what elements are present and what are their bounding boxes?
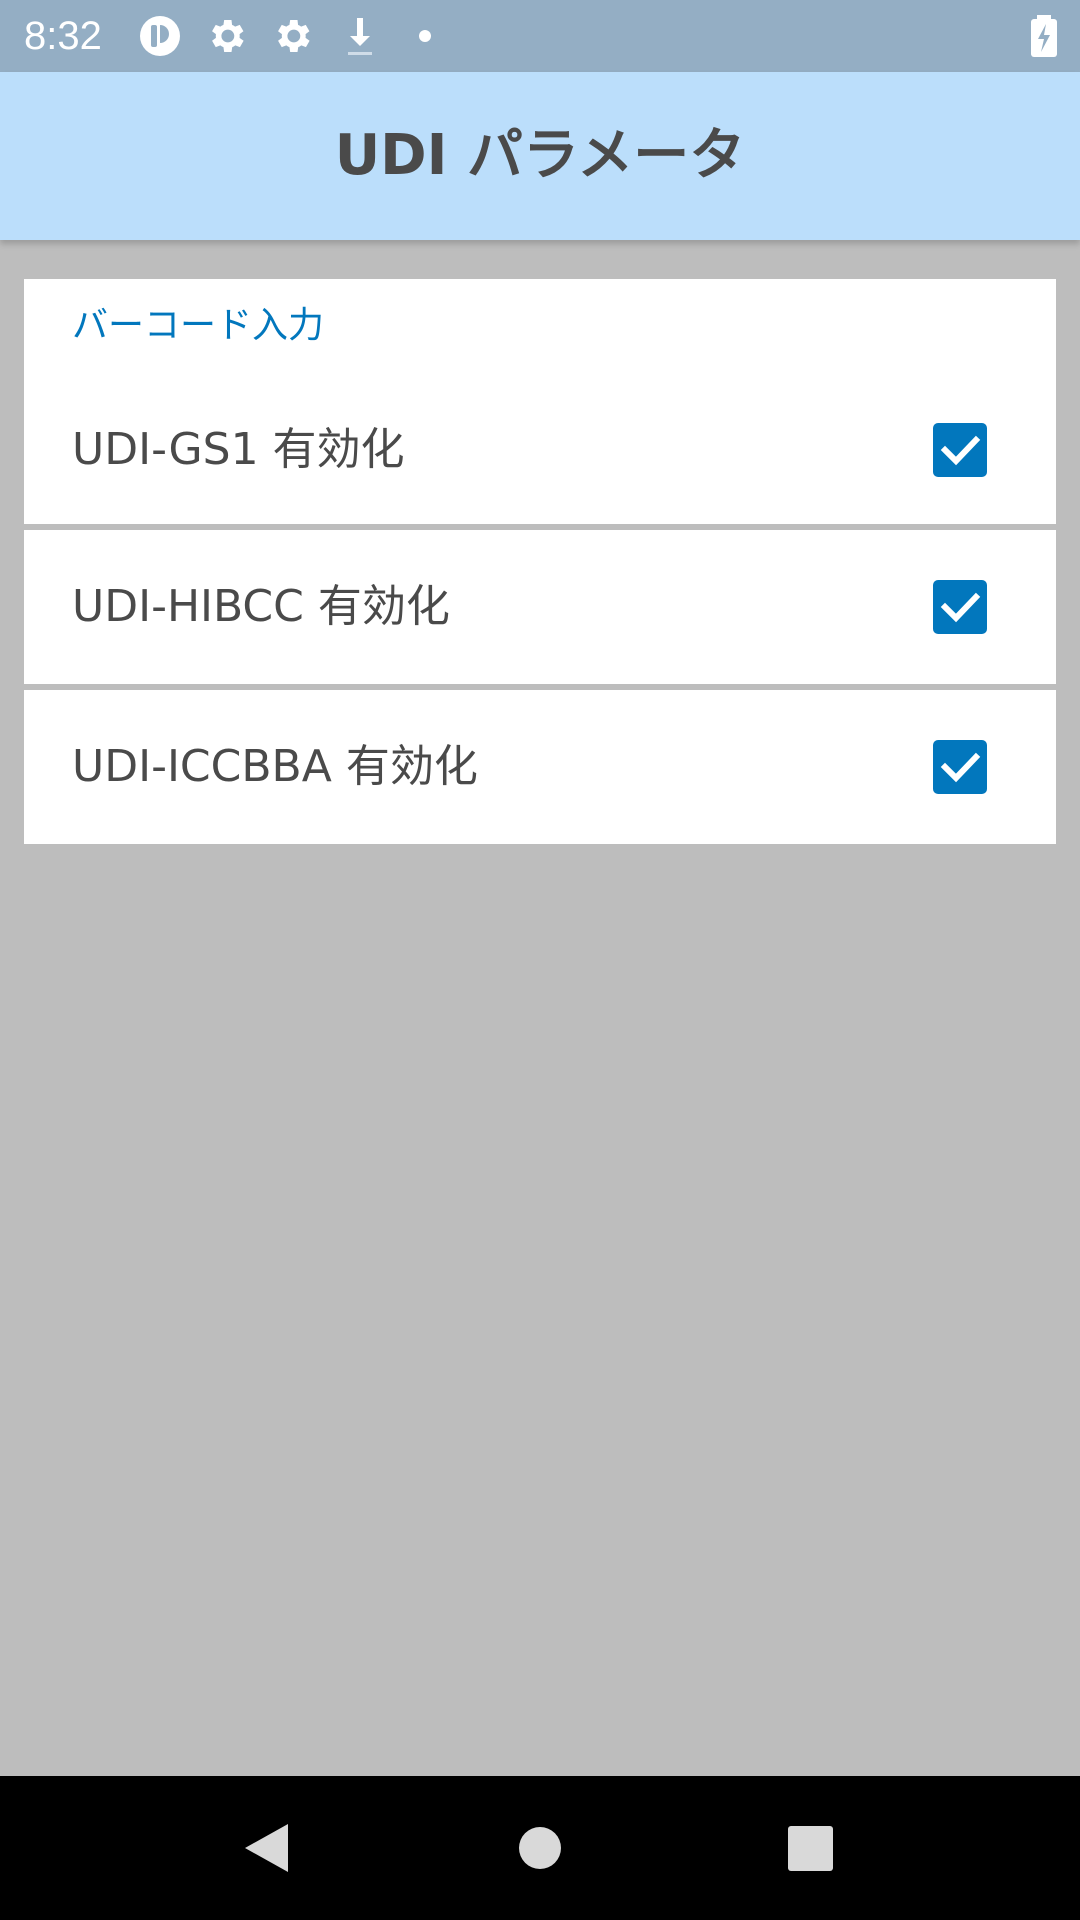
home-button[interactable] <box>490 1798 590 1898</box>
checkmark-icon <box>940 435 981 466</box>
recents-icon <box>788 1826 833 1871</box>
gear-icon <box>204 14 248 58</box>
udi-hibcc-checkbox[interactable] <box>933 580 987 634</box>
preference-list: バーコード入力 UDI-GS1 有効化 UDI-HIBCC 有効化 UDI-IC… <box>24 279 1056 844</box>
home-icon <box>519 1827 561 1869</box>
dot-icon <box>403 14 447 58</box>
preference-item-udi-iccbba[interactable]: UDI-ICCBBA 有効化 <box>24 690 1056 844</box>
status-bar: 8:32 <box>0 0 1080 72</box>
preference-item-udi-hibcc[interactable]: UDI-HIBCC 有効化 <box>24 530 1056 684</box>
checkmark-icon <box>940 592 981 623</box>
status-time: 8:32 <box>24 14 102 58</box>
recents-button[interactable] <box>760 1798 860 1898</box>
udi-iccbba-checkbox[interactable] <box>933 740 987 794</box>
checkmark-icon <box>940 752 981 783</box>
battery-charging-icon <box>1022 14 1066 58</box>
navigation-bar <box>0 1776 1080 1920</box>
download-icon <box>338 14 382 58</box>
preference-label: UDI-HIBCC 有効化 <box>72 581 450 632</box>
udi-gs1-checkbox[interactable] <box>933 423 987 477</box>
app-bar: UDI パラメータ <box>0 72 1080 240</box>
back-button[interactable] <box>217 1798 317 1898</box>
preference-label: UDI-GS1 有効化 <box>72 424 405 475</box>
app-badge-icon <box>138 14 182 58</box>
gear-icon <box>270 14 314 58</box>
preference-item-udi-gs1[interactable]: バーコード入力 UDI-GS1 有効化 <box>24 279 1056 524</box>
category-title: バーコード入力 <box>72 305 325 346</box>
preference-label: UDI-ICCBBA 有効化 <box>72 741 478 792</box>
back-icon <box>245 1824 288 1872</box>
page-title: UDI パラメータ <box>334 123 746 188</box>
